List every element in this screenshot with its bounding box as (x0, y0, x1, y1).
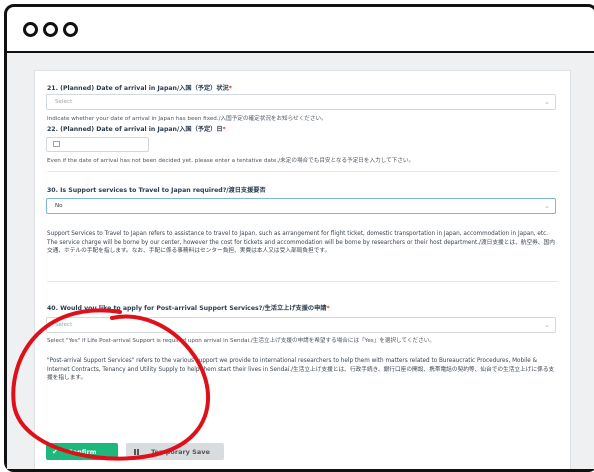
chevron-down-icon: ⌄ (544, 202, 550, 210)
title-bar (7, 7, 594, 53)
required-mark: * (326, 305, 330, 312)
temporary-save-button[interactable]: Temporary Save (126, 443, 224, 460)
application-form: 21. (Planned) Date of arrival in Japan/入… (34, 70, 571, 469)
required-mark: * (228, 85, 232, 92)
q21-hint: Indicate whether your date of arrival in… (47, 116, 327, 122)
q22-label: 22. (Planned) Date of arrival in Japan/入… (47, 126, 226, 133)
calendar-icon (53, 141, 60, 147)
q30-description: Support Services to Travel to Japan refe… (47, 231, 555, 255)
section-divider (47, 171, 558, 172)
confirm-button[interactable]: ✔ Confirm (46, 443, 118, 460)
window-control-maximize[interactable] (63, 21, 78, 37)
q30-select[interactable]: No ⌄ (46, 198, 556, 214)
chevron-down-icon: ⌄ (544, 321, 550, 329)
chevron-down-icon: ⌄ (544, 98, 550, 106)
q22-date-input[interactable] (46, 137, 149, 152)
q30-label: 30. Is Support services to Travel to Jap… (47, 187, 266, 194)
q21-select-placeholder: Select (55, 99, 73, 105)
page-content: 21. (Planned) Date of arrival in Japan/入… (7, 53, 594, 469)
confirm-label: Confirm (67, 447, 97, 456)
q22-hint: Even if the date of arrival has not been… (47, 158, 415, 164)
q21-select[interactable]: Select ⌄ (46, 94, 556, 110)
window-control-minimize[interactable] (43, 21, 58, 37)
q40-label: 40. Would you like to apply for Post-arr… (47, 305, 330, 312)
pause-icon (134, 448, 139, 455)
q21-label: 21. (Planned) Date of arrival in Japan/入… (47, 85, 232, 92)
browser-window: 21. (Planned) Date of arrival in Japan/入… (4, 4, 594, 472)
check-icon: ✔ (52, 447, 58, 456)
required-mark: * (222, 126, 226, 133)
temporary-save-label: Temporary Save (151, 447, 210, 456)
q40-hint: Select "Yes" if Life Post-arrival Suppor… (47, 338, 435, 344)
q40-select[interactable]: Select ⌄ (46, 317, 556, 333)
q40-description: "Post-arrival Support Services" refers t… (47, 358, 555, 382)
q40-select-placeholder: Select (55, 322, 73, 328)
window-control-close[interactable] (23, 21, 38, 37)
section-divider (47, 281, 558, 282)
q30-select-value: No (55, 203, 63, 209)
